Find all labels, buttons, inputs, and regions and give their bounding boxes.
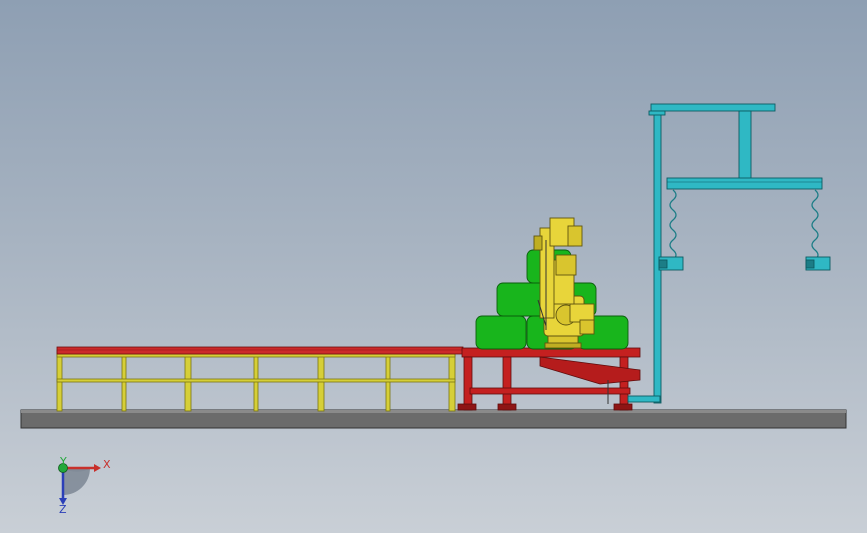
- base-plate[interactable]: [20, 409, 847, 429]
- conveyor-top[interactable]: [56, 346, 464, 355]
- gripper-icon[interactable]: [658, 256, 831, 271]
- gantry-frame[interactable]: [627, 103, 823, 404]
- coordinate-triad-icon[interactable]: X Y Z: [58, 455, 112, 516]
- work-table[interactable]: [457, 347, 641, 411]
- assembly-scene[interactable]: X Y Z: [0, 0, 867, 533]
- y-axis-label: Y: [59, 455, 67, 468]
- x-axis-label: X: [103, 458, 111, 471]
- spring-cable-icon: [669, 189, 819, 261]
- conveyor-frame[interactable]: [56, 349, 456, 412]
- z-axis-label: Z: [59, 503, 67, 516]
- cad-viewport[interactable]: X Y Z: [0, 0, 867, 533]
